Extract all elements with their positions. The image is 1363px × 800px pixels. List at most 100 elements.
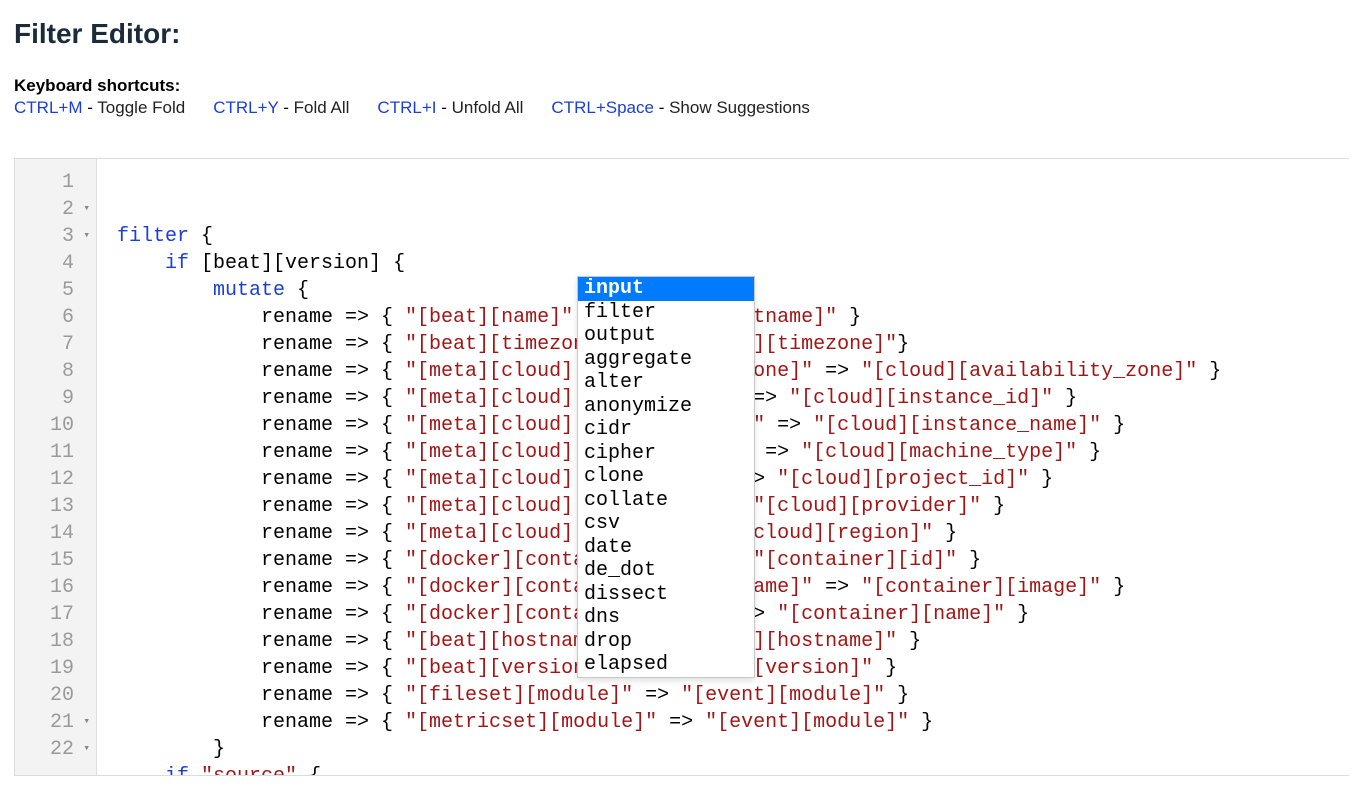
line-number: 6 — [34, 304, 74, 331]
token-id: rename => { — [117, 576, 405, 599]
fold-toggle-icon[interactable]: ▾ — [78, 736, 90, 763]
code-line[interactable]: if "source" { — [117, 763, 1349, 776]
gutter-line: 10 — [15, 412, 96, 439]
token-op — [117, 765, 165, 776]
line-number: 17 — [34, 601, 74, 628]
line-number: 10 — [34, 412, 74, 439]
token-op — [189, 765, 201, 776]
autocomplete-item[interactable]: output — [578, 324, 754, 348]
token-str: "[event][module]" — [681, 684, 885, 707]
autocomplete-item[interactable]: filter — [578, 301, 754, 325]
token-kw: mutate — [213, 279, 285, 302]
code-line[interactable]: } — [117, 736, 1349, 763]
line-number: 19 — [34, 655, 74, 682]
shortcut-desc: Unfold All — [452, 98, 524, 117]
token-op — [117, 252, 165, 275]
shortcut-key: CTRL+M — [14, 98, 82, 117]
shortcut-toggle-fold: CTRL+M - Toggle Fold — [14, 98, 185, 118]
gutter-line: 14 — [15, 520, 96, 547]
token-op — [117, 279, 213, 302]
token-id: rename => { — [117, 549, 405, 572]
fold-toggle-icon[interactable]: ▾ — [78, 196, 90, 223]
line-number: 7 — [34, 331, 74, 358]
token-str: "[event][module]" — [705, 711, 909, 734]
token-brace: { — [189, 225, 213, 248]
token-id: => — [765, 414, 813, 437]
line-number: 9 — [34, 385, 74, 412]
gutter-line: 6 — [15, 304, 96, 331]
token-brace: } — [1077, 441, 1101, 464]
token-id: rename => { — [117, 495, 405, 518]
code-line[interactable]: rename => { "[fileset][module]" => "[eve… — [117, 682, 1349, 709]
gutter-line: 19 — [15, 655, 96, 682]
code-editor[interactable]: 12▾3▾456789101112131415161718192021▾22▾ … — [14, 158, 1349, 776]
fold-toggle-icon[interactable]: ▾ — [78, 223, 90, 250]
autocomplete-item[interactable]: cipher — [578, 442, 754, 466]
shortcut-key: CTRL+I — [377, 98, 436, 117]
gutter-line: 16 — [15, 574, 96, 601]
token-brace: { — [285, 279, 309, 302]
token-brace: } — [933, 522, 957, 545]
token-id: => — [633, 684, 681, 707]
line-number: 12 — [34, 466, 74, 493]
line-number: 20 — [34, 682, 74, 709]
gutter-line: 8 — [15, 358, 96, 385]
token-id: rename => { — [117, 468, 405, 491]
autocomplete-item[interactable]: collate — [578, 489, 754, 513]
token-id: rename => { — [117, 333, 405, 356]
autocomplete-item[interactable]: aggregate — [578, 348, 754, 372]
fold-toggle-icon[interactable]: ▾ — [78, 709, 90, 736]
token-str: "[cloud][machine_type]" — [801, 441, 1077, 464]
token-brace: } — [885, 684, 909, 707]
autocomplete-popup[interactable]: inputfilteroutputaggregatealteranonymize… — [577, 276, 755, 678]
autocomplete-item[interactable]: clone — [578, 465, 754, 489]
gutter-line: 15 — [15, 547, 96, 574]
token-brace: } — [1101, 414, 1125, 437]
shortcut-desc: Show Suggestions — [669, 98, 810, 117]
autocomplete-item[interactable]: dissect — [578, 583, 754, 607]
line-number: 13 — [34, 493, 74, 520]
editor-gutter: 12▾3▾456789101112131415161718192021▾22▾ — [15, 159, 97, 775]
shortcuts-row: CTRL+M - Toggle Fold CTRL+Y - Fold All C… — [14, 98, 1349, 118]
autocomplete-item[interactable]: elapsed — [578, 653, 754, 677]
token-kw: if — [165, 765, 189, 776]
token-brace: } — [1029, 468, 1053, 491]
token-str: "source" — [201, 765, 297, 776]
line-number: 21 — [34, 709, 74, 736]
autocomplete-item[interactable]: alter — [578, 371, 754, 395]
gutter-line: 4 — [15, 250, 96, 277]
token-str: "[cloud][availability_zone]" — [861, 360, 1197, 383]
token-id: rename => { — [117, 711, 405, 734]
autocomplete-item[interactable]: cidr — [578, 418, 754, 442]
gutter-line: 2▾ — [15, 196, 96, 223]
autocomplete-item[interactable]: date — [578, 536, 754, 560]
code-line[interactable]: if [beat][version] { — [117, 250, 1349, 277]
shortcut-desc: Fold All — [294, 98, 350, 117]
token-brace: } — [1101, 576, 1125, 599]
autocomplete-item[interactable]: csv — [578, 512, 754, 536]
token-id: [beat][version] { — [189, 252, 405, 275]
code-line[interactable]: filter { — [117, 223, 1349, 250]
token-str: "[container][id]" — [753, 549, 957, 572]
editor-code-area[interactable]: filter { if [beat][version] { mutate { r… — [97, 159, 1349, 775]
token-str: "[container][name]" — [777, 603, 1005, 626]
token-str: "[cloud][instance_name]" — [813, 414, 1101, 437]
autocomplete-item[interactable]: input — [578, 277, 754, 301]
autocomplete-item[interactable]: de_dot — [578, 559, 754, 583]
line-number: 1 — [34, 169, 74, 196]
line-number: 18 — [34, 628, 74, 655]
token-brace: } — [981, 495, 1005, 518]
autocomplete-item[interactable]: drop — [578, 630, 754, 654]
shortcut-unfold-all: CTRL+I - Unfold All — [377, 98, 523, 118]
token-brace: } — [117, 738, 225, 761]
shortcut-key: CTRL+Y — [213, 98, 278, 117]
token-id: rename => { — [117, 441, 405, 464]
token-id: rename => { — [117, 414, 405, 437]
token-id: => — [657, 711, 705, 734]
line-number: 4 — [34, 250, 74, 277]
token-str: "[beat][name]" — [405, 306, 573, 329]
autocomplete-item[interactable]: anonymize — [578, 395, 754, 419]
shortcut-show-suggestions: CTRL+Space - Show Suggestions — [551, 98, 809, 118]
code-line[interactable]: rename => { "[metricset][module]" => "[e… — [117, 709, 1349, 736]
autocomplete-item[interactable]: dns — [578, 606, 754, 630]
